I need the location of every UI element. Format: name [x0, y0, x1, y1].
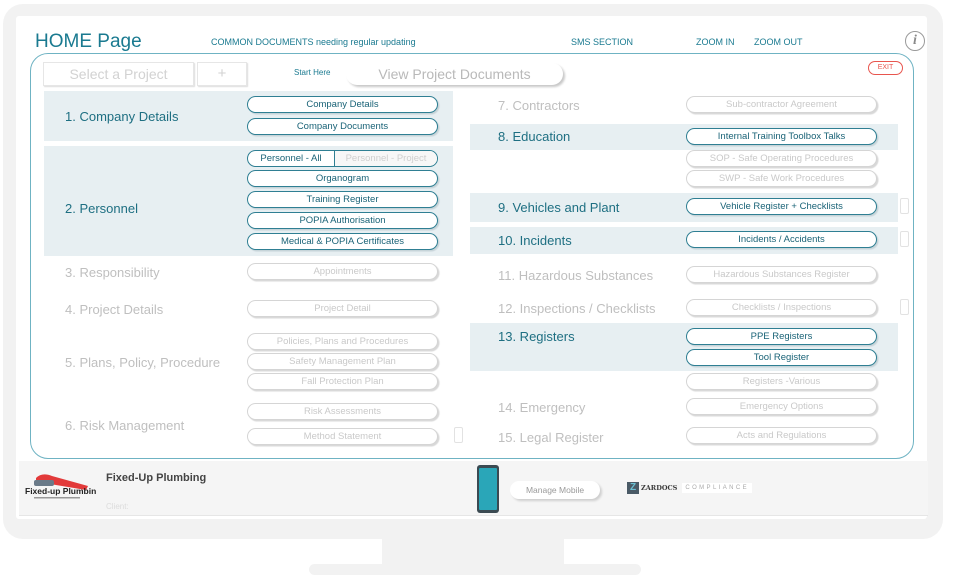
footer-bar	[19, 461, 928, 516]
project-detail-button[interactable]: Project Detail	[247, 300, 438, 317]
monitor-stand-base	[309, 564, 641, 575]
checklists-inspections-button[interactable]: Checklists / Inspections	[686, 299, 877, 316]
training-register-button[interactable]: Training Register	[247, 191, 438, 208]
inspections-indicator	[900, 299, 909, 315]
section-inspections-checklists: 12. Inspections / Checklists	[498, 301, 656, 316]
internal-training-toolbox-talks-button[interactable]: Internal Training Toolbox Talks	[686, 128, 877, 145]
manage-mobile-button[interactable]: Manage Mobile	[510, 481, 600, 499]
section-vehicles-plant: 9. Vehicles and Plant	[498, 200, 620, 215]
section-company-details: 1. Company Details	[65, 109, 179, 124]
section-personnel: 2. Personnel	[65, 201, 138, 216]
start-here-label: Start Here	[294, 68, 331, 77]
page-title: HOME Page	[35, 31, 142, 52]
risk-assessments-button[interactable]: Risk Assessments	[247, 403, 438, 420]
emergency-options-button[interactable]: Emergency Options	[686, 398, 877, 415]
mobile-phone-icon	[477, 465, 499, 513]
section-plans-policy: 5. Plans, Policy, Procedure	[65, 355, 221, 370]
info-icon[interactable]: i	[905, 31, 925, 51]
phone-screen	[479, 468, 497, 510]
hazardous-substances-register-button[interactable]: Hazardous Substances Register	[686, 266, 877, 283]
select-project-dropdown[interactable]: Select a Project	[43, 62, 194, 86]
company-documents-button[interactable]: Company Documents	[247, 118, 438, 135]
zoom-in-link[interactable]: ZOOM IN	[696, 37, 735, 47]
subcontractor-agreement-button[interactable]: Sub-contractor Agreement	[686, 96, 877, 113]
policies-plans-procedures-button[interactable]: Policies, Plans and Procedures	[247, 333, 438, 350]
medical-popia-certificates-button[interactable]: Medical & POPIA Certificates	[247, 233, 438, 250]
appointments-button[interactable]: Appointments	[247, 263, 438, 280]
personnel-project-button[interactable]: Personnel - Project	[335, 151, 437, 166]
section-project-details: 4. Project Details	[65, 302, 164, 317]
acts-regulations-button[interactable]: Acts and Regulations	[686, 427, 877, 444]
tool-register-button[interactable]: Tool Register	[686, 349, 877, 366]
personnel-all-button[interactable]: Personnel - All	[248, 151, 335, 166]
vehicle-register-checklists-button[interactable]: Vehicle Register + Checklists	[686, 198, 877, 215]
common-documents-link[interactable]: COMMON DOCUMENTS needing regular updatin…	[211, 37, 416, 47]
company-name: Fixed-Up Plumbing	[106, 472, 207, 484]
exit-button[interactable]: EXIT	[868, 61, 903, 75]
logo-text: Fixed-up Plumbing	[25, 486, 96, 496]
section-legal-register: 15. Legal Register	[498, 430, 604, 445]
section-registers: 13. Registers	[498, 329, 575, 344]
section-hazardous-substances: 11. Hazardous Substances	[498, 268, 654, 283]
organogram-button[interactable]: Organogram	[247, 170, 438, 187]
fall-protection-plan-button[interactable]: Fall Protection Plan	[247, 373, 438, 390]
sop-button[interactable]: SOP - Safe Operating Procedures	[686, 150, 877, 167]
view-project-documents-button[interactable]: View Project Documents	[346, 63, 563, 85]
safety-management-plan-button[interactable]: Safety Management Plan	[247, 353, 438, 370]
zoom-out-link[interactable]: ZOOM OUT	[754, 37, 803, 47]
section-education: 8. Education	[498, 129, 571, 144]
section-contractors: 7. Contractors	[498, 98, 580, 113]
company-logo: Fixed-up Plumbing	[24, 470, 102, 502]
section-risk-management: 6. Risk Management	[65, 418, 185, 433]
zardocs-logo-icon: Z	[627, 482, 639, 494]
method-statement-button[interactable]: Method Statement	[247, 428, 438, 445]
zardocs-name: ZARDOCS	[641, 484, 678, 492]
zardocs-brand: Z ZARDOCS COMPLIANCE	[627, 481, 753, 495]
incidents-accidents-button[interactable]: Incidents / Accidents	[686, 231, 877, 248]
add-project-button[interactable]: +	[197, 62, 247, 86]
personnel-toggle: Personnel - All Personnel - Project	[247, 150, 438, 167]
ppe-registers-button[interactable]: PPE Registers	[686, 328, 877, 345]
popia-authorisation-button[interactable]: POPIA Authorisation	[247, 212, 438, 229]
incidents-indicator	[900, 231, 909, 247]
vehicles-indicator	[900, 198, 909, 214]
registers-various-button[interactable]: Registers -Various	[686, 373, 877, 390]
section-incidents: 10. Incidents	[498, 233, 572, 248]
client-label: Client:	[106, 502, 129, 511]
section-emergency: 14. Emergency	[498, 400, 586, 415]
section-responsibility: 3. Responsibility	[65, 265, 160, 280]
method-statement-indicator	[454, 427, 463, 443]
sms-section-link[interactable]: SMS SECTION	[571, 37, 633, 47]
swp-button[interactable]: SWP - Safe Work Procedures	[686, 170, 877, 187]
company-details-button[interactable]: Company Details	[247, 96, 438, 113]
zardocs-tagline: COMPLIANCE	[682, 483, 753, 493]
